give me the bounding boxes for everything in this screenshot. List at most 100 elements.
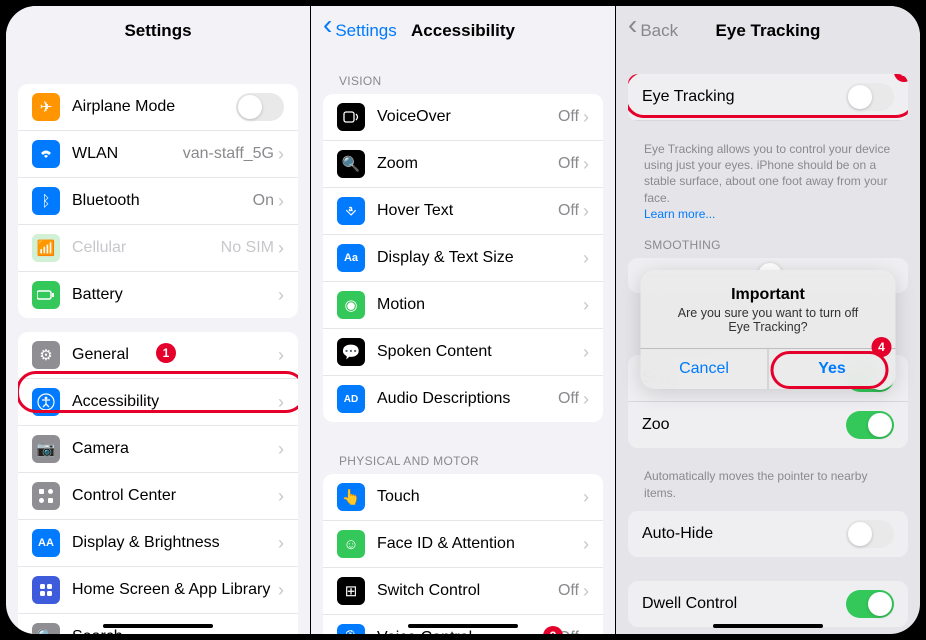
row-display[interactable]: AA Display & Brightness: [18, 520, 298, 567]
row-touch[interactable]: 👆Touch: [323, 474, 603, 521]
row-label: Zoom: [377, 155, 558, 173]
section-vision: VISION: [323, 56, 603, 94]
physical-group: 👆Touch ☺Face ID & Attention ⊞Switch Cont…: [323, 474, 603, 634]
chevron-icon: [583, 628, 589, 635]
settings-panel: Settings ✈ Airplane Mode WLAN van-staff_…: [6, 6, 310, 634]
chevron-icon: [278, 580, 284, 601]
back-label: Back: [640, 21, 678, 41]
home-screen-icon: [32, 576, 60, 604]
row-value: van-staff_5G: [183, 145, 274, 163]
spoken-icon: 💬: [337, 338, 365, 366]
chevron-icon: [583, 534, 589, 555]
row-label: Camera: [72, 440, 278, 458]
row-display-text[interactable]: AaDisplay & Text Size: [323, 235, 603, 282]
back-label: Settings: [335, 21, 396, 41]
row-battery[interactable]: Battery: [18, 272, 298, 318]
camera-icon: 📷: [32, 435, 60, 463]
page-title: Accessibility: [411, 21, 515, 41]
dwell-group: Dwell Control: [628, 581, 908, 627]
row-hover[interactable]: ⎀Hover TextOff: [323, 188, 603, 235]
chevron-icon: [583, 201, 589, 222]
search-icon: 🔍: [32, 623, 60, 634]
row-switch[interactable]: ⊞Switch ControlOff: [323, 568, 603, 615]
row-dwell[interactable]: Dwell Control: [628, 581, 908, 627]
row-bluetooth[interactable]: ᛒ Bluetooth On: [18, 178, 298, 225]
wifi-icon: [32, 140, 60, 168]
row-label: Touch: [377, 488, 583, 506]
row-label: Search: [72, 628, 278, 634]
row-label: Cellular: [72, 239, 221, 257]
accessibility-icon: [32, 388, 60, 416]
switch-icon: ⊞: [337, 577, 365, 605]
row-label: Audio Descriptions: [377, 390, 558, 408]
row-camera[interactable]: 📷 Camera: [18, 426, 298, 473]
smoothing-label: SMOOTHING: [628, 232, 908, 258]
row-label: Eye Tracking: [642, 88, 846, 106]
back-button[interactable]: Settings: [323, 21, 397, 41]
row-spoken[interactable]: 💬Spoken Content: [323, 329, 603, 376]
chevron-icon: [583, 487, 589, 508]
display-icon: AA: [32, 529, 60, 557]
page-title: Eye Tracking: [716, 21, 821, 41]
row-value: No SIM: [221, 239, 274, 257]
eye-tracking-panel: Back Eye Tracking Eye Tracking 3 Eye Tra…: [616, 6, 920, 634]
chevron-icon: [583, 389, 589, 410]
hover-icon: ⎀: [337, 197, 365, 225]
row-value: Off: [558, 155, 579, 173]
cellular-icon: 📶: [32, 234, 60, 262]
snap-desc: Automatically moves the pointer to nearb…: [628, 462, 908, 510]
row-voiceover[interactable]: VoiceOverOff: [323, 94, 603, 141]
autohide-group: Auto-Hide: [628, 511, 908, 557]
row-home-screen[interactable]: Home Screen & App Library: [18, 567, 298, 614]
learn-more-link[interactable]: Learn more...: [644, 207, 715, 221]
accessibility-panel: Settings Accessibility VISION VoiceOverO…: [311, 6, 615, 634]
eye-tracking-desc: Eye Tracking allows you to control your …: [628, 135, 908, 232]
row-control-center[interactable]: Control Center: [18, 473, 298, 520]
control-center-icon: [32, 482, 60, 510]
row-cellular[interactable]: 📶 Cellular No SIM: [18, 225, 298, 272]
dwell-toggle[interactable]: [846, 590, 894, 618]
alert-message: Are you sure you want to turn offEye Tra…: [655, 306, 882, 334]
row-airplane[interactable]: ✈ Airplane Mode: [18, 84, 298, 131]
network-group: ✈ Airplane Mode WLAN van-staff_5G ᛒ Blue…: [18, 84, 298, 318]
badge-4: 4: [872, 337, 892, 357]
row-label: Dwell Control: [642, 595, 846, 613]
airplane-toggle[interactable]: [236, 93, 284, 121]
chevron-icon: [583, 295, 589, 316]
badge-1: 1: [156, 343, 176, 363]
chevron-icon: [583, 581, 589, 602]
audio-desc-icon: AD: [337, 385, 365, 413]
row-autohide[interactable]: Auto-Hide: [628, 511, 908, 557]
row-value: Off: [558, 202, 579, 220]
row-zoom[interactable]: 🔍ZoomOff: [323, 141, 603, 188]
main-toggle-group: Eye Tracking 3: [628, 74, 908, 121]
back-button[interactable]: Back: [628, 21, 678, 41]
chevron-icon: [278, 392, 284, 413]
row-zoom-keys[interactable]: Zoo: [628, 402, 908, 448]
autohide-toggle[interactable]: [846, 520, 894, 548]
voiceover-icon: [337, 103, 365, 131]
row-value: On: [253, 192, 274, 210]
page-title: Settings: [124, 21, 191, 41]
row-faceid[interactable]: ☺Face ID & Attention: [323, 521, 603, 568]
row-general[interactable]: ⚙ General 1: [18, 332, 298, 379]
row-accessibility[interactable]: Accessibility: [18, 379, 298, 426]
alert-cancel-button[interactable]: Cancel: [641, 349, 769, 389]
eye-tracking-toggle[interactable]: [846, 83, 894, 111]
row-label: Bluetooth: [72, 192, 253, 210]
zoom-toggle[interactable]: [846, 411, 894, 439]
row-motion[interactable]: ◉Motion: [323, 282, 603, 329]
alert-title: Important: [655, 286, 882, 304]
chevron-icon: [278, 345, 284, 366]
row-label: Control Center: [72, 487, 278, 505]
battery-icon: [32, 281, 60, 309]
row-value: Off: [558, 582, 579, 600]
row-eye-tracking-toggle[interactable]: Eye Tracking: [628, 74, 908, 121]
row-wlan[interactable]: WLAN van-staff_5G: [18, 131, 298, 178]
header: Settings: [6, 6, 310, 56]
chevron-icon: [278, 285, 284, 306]
general-group: ⚙ General 1 Accessibility 📷 Camera Contr…: [18, 332, 298, 634]
row-audio-desc[interactable]: ADAudio DescriptionsOff: [323, 376, 603, 422]
section-physical: PHYSICAL AND MOTOR: [323, 436, 603, 474]
chevron-icon: [278, 439, 284, 460]
